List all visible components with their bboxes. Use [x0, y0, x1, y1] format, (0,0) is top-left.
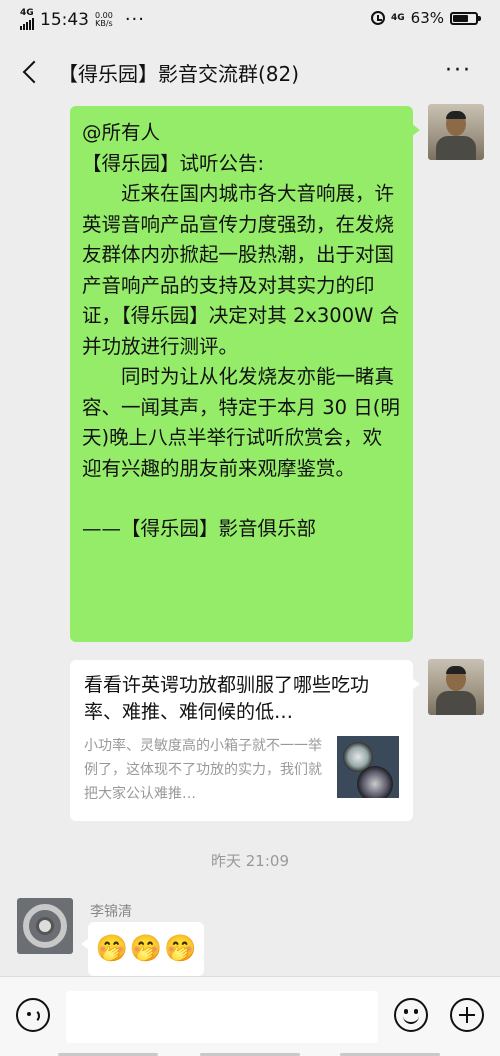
status-time: 15:43	[40, 9, 89, 30]
battery-percent: 63%	[410, 9, 444, 27]
sender-avatar[interactable]	[17, 898, 73, 954]
self-avatar[interactable]	[428, 659, 484, 715]
more-icon[interactable]: ···	[445, 58, 472, 83]
mention-all: @所有人	[82, 121, 161, 144]
network-type-right: 4G	[391, 13, 405, 23]
announcement-message[interactable]: @所有人 【得乐园】试听公告: 近来在国内城市各大音响展，许英谔音响产品宣传力度…	[70, 106, 420, 642]
chat-title: 【得乐园】影音交流群(82)	[58, 62, 300, 86]
link-card-message[interactable]: 看看许英谔功放都驯服了哪些吃功率、难推、难伺候的低… 小功率、灵敏度高的小箱子就…	[70, 660, 420, 821]
input-bar	[0, 976, 500, 1056]
voice-icon[interactable]	[16, 998, 50, 1032]
sender-name: 李锦清	[90, 904, 132, 920]
self-avatar[interactable]	[428, 104, 484, 160]
announcement-signature: ——【得乐园】影音俱乐部	[82, 517, 317, 540]
announcement-paragraph-1: 近来在国内城市各大音响展，许英谔音响产品宣传力度强劲，在发烧友群体内亦掀起一股热…	[82, 182, 400, 358]
alarm-icon	[371, 11, 385, 25]
link-card-title: 看看许英谔功放都驯服了哪些吃功率、难推、难伺候的低…	[84, 674, 370, 723]
hand-over-mouth-emoji: 🤭	[129, 934, 163, 964]
message-input[interactable]	[66, 991, 378, 1043]
cellular-signal-icon: 4G	[20, 9, 34, 30]
notification-dots: ···	[124, 9, 145, 30]
plus-icon[interactable]	[450, 998, 484, 1032]
back-arrow-icon[interactable]	[18, 60, 44, 86]
nav-hint	[0, 1052, 500, 1056]
message-timestamp: 昨天 21:09	[211, 852, 289, 870]
chat-header: 【得乐园】影音交流群(82) ···	[0, 40, 500, 106]
hand-over-mouth-emoji: 🤭	[95, 934, 128, 964]
speaker-thumbnail	[337, 736, 399, 798]
network-type-left: 4G	[20, 8, 34, 18]
status-right: 4G 63%	[371, 9, 481, 27]
emoji-reply-message[interactable]: 🤭 🤭 🤭	[81, 922, 204, 976]
link-card-description: 小功率、灵敏度高的小箱子就不一一举例了，这体现不了功放的实力，我们就把大家公认难…	[84, 738, 322, 802]
hand-over-mouth-emoji: 🤭	[164, 934, 197, 964]
battery-fill	[453, 14, 469, 22]
battery-icon	[450, 11, 481, 25]
announcement-paragraph-2: 同时为让从化发烧友亦能一睹真容、一闻其声，特定于本月 30 日(明天)晚上八点半…	[82, 365, 400, 480]
announcement-title: 【得乐园】试听公告:	[82, 151, 265, 175]
emoji-icon[interactable]	[394, 998, 428, 1032]
status-left: 4G 15:43 0.00 KB/s ···	[20, 9, 145, 30]
speed-unit: KB/s	[95, 18, 113, 28]
status-bar: 4G 15:43 0.00 KB/s ··· 4G 63%	[0, 0, 500, 40]
network-speed: 0.00 KB/s	[95, 11, 113, 28]
